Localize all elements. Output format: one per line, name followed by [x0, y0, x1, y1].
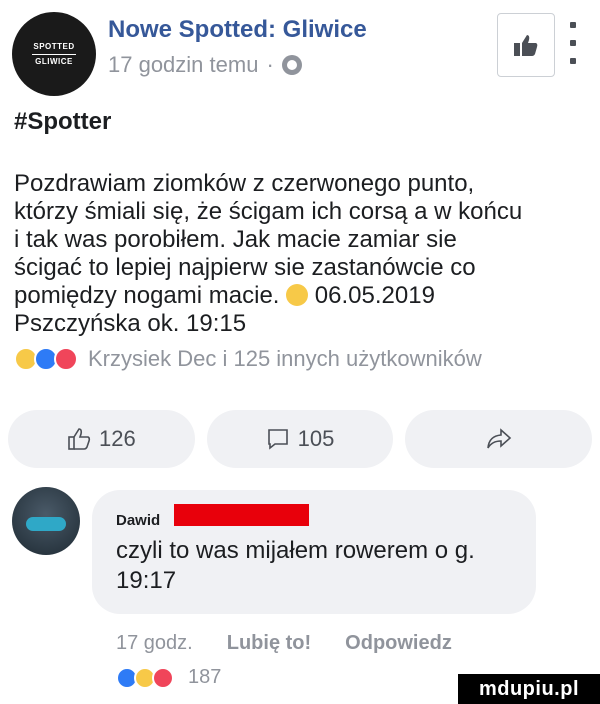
comment-reaction-count: 187	[188, 666, 222, 688]
love-reaction-icon	[54, 347, 78, 371]
post-body: Pozdrawiam ziomków z czerwonego punto, k…	[14, 170, 594, 338]
post-hashtag[interactable]: #Spotter	[14, 108, 111, 136]
more-options-icon[interactable]	[566, 22, 580, 64]
post-date: 06.05.2019	[314, 282, 435, 309]
globe-icon	[281, 55, 302, 75]
reactions-summary[interactable]: Krzysiek Dec i 125 innych użytkowników	[14, 346, 482, 372]
post-time[interactable]: 17 godzin temu	[108, 52, 258, 78]
comment-text: czyli to was mijałem rowerem o g. 19:17	[116, 536, 526, 596]
comment-count: 105	[297, 426, 335, 451]
reactions-summary-text: Krzysiek Dec i 125 innych użytkowników	[88, 346, 482, 371]
comment-reactions[interactable]: 187	[116, 666, 221, 689]
meta-separator: ·	[266, 52, 274, 77]
post-line: ścigać to lepiej najpierw sie zastanówci…	[14, 254, 476, 281]
comment-reaction-icons	[116, 666, 174, 689]
comment-reply-link[interactable]: Odpowiedz	[345, 632, 452, 655]
comment-line: czyli to was mijałem rowerem o g.	[116, 537, 475, 564]
comment-footer: 17 godz. Lubię to! Odpowiedz	[116, 632, 452, 655]
smile-emoji-icon	[286, 284, 309, 306]
site-watermark: mdupiu.pl	[458, 674, 600, 704]
comment-button[interactable]: 105	[206, 410, 394, 468]
post-line: którzy śmiali się, że ścigam ich corsą a…	[14, 198, 523, 225]
comment-time[interactable]: 17 godz.	[116, 632, 193, 655]
avatar-text-line1: SPOTTED	[33, 41, 75, 51]
share-arrow-icon	[486, 428, 511, 449]
comment-line: 19:17	[116, 567, 177, 594]
page-avatar[interactable]: SPOTTED GLIWICE	[12, 12, 96, 96]
comment-bubble-icon	[267, 429, 288, 450]
post-line-text: pomiędzy nogami macie.	[14, 282, 280, 309]
comment-like-link[interactable]: Lubię to!	[227, 632, 311, 655]
thumbs-up-outline-icon	[68, 428, 91, 450]
thumbs-up-icon	[514, 35, 538, 56]
like-page-button[interactable]	[497, 13, 555, 77]
reaction-icons	[14, 347, 78, 371]
post-line: i tak was porobiłem. Jak macie zamiar si…	[14, 226, 457, 253]
post-line: Pozdrawiam ziomków z czerwonego punto,	[14, 170, 475, 197]
post-action-bar: 126 105	[8, 410, 593, 468]
avatar-divider	[32, 53, 76, 55]
redaction-bar	[174, 504, 309, 526]
post-meta: 17 godzin temu ·	[108, 52, 302, 78]
avatar-text-line2: GLIWICE	[35, 56, 73, 66]
comment-author[interactable]: Dawid	[116, 512, 160, 529]
like-button[interactable]: 126	[8, 410, 195, 468]
post-line: pomiędzy nogami macie. 06.05.2019	[14, 282, 594, 310]
post-line: Pszczyńska ok. 19:15	[14, 310, 247, 337]
share-button[interactable]	[405, 410, 593, 468]
love-reaction-icon	[152, 666, 174, 689]
page-name[interactable]: Nowe Spotted: Gliwice	[108, 16, 367, 44]
like-count: 126	[98, 426, 136, 451]
commenter-avatar[interactable]	[12, 487, 80, 555]
